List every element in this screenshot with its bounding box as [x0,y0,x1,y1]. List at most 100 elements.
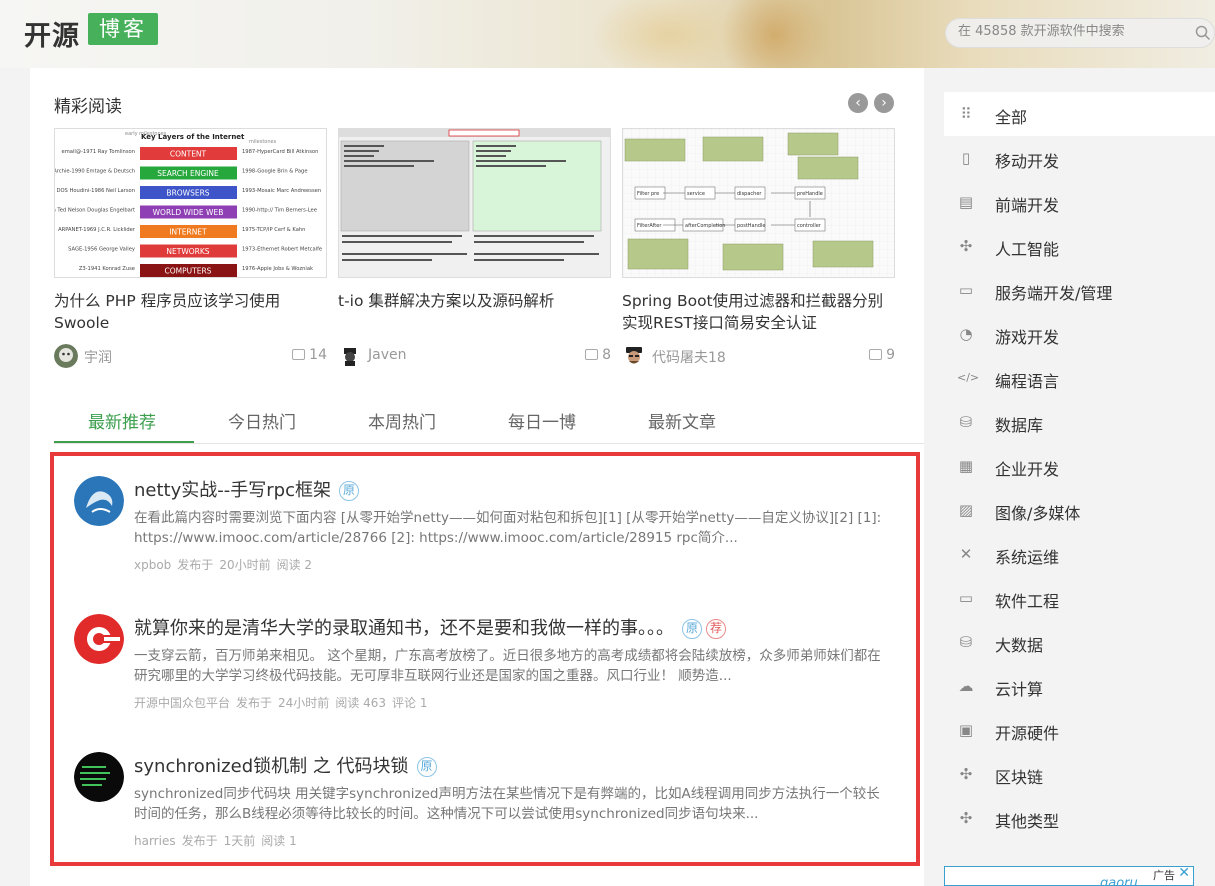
sidebar-item[interactable]: ▭ 服务端开发/管理 [944,268,1215,312]
diagram-column-label: milestones [249,139,277,145]
tab-latest-recommended[interactable]: 最新推荐 [88,408,156,433]
tab-today-hot[interactable]: 今日热门 [228,408,296,433]
article-time: 24小时前 [278,696,330,710]
sidebar-item[interactable]: ▯ 移动开发 [944,136,1215,180]
author-name[interactable]: 宇润 [84,347,112,367]
flow-node-label: controller [797,223,822,229]
sidebar-item[interactable]: ☁ 云计算 [944,664,1215,708]
article-author[interactable]: harries [134,834,176,848]
author-name[interactable]: 代码屠夫18 [652,347,726,367]
featured-thumbnail[interactable]: early milestones Key Layers of the Inter… [54,128,327,278]
layer-left-note: email@-1971 Ray Tomlinson [62,149,135,155]
original-tag: 原 [338,481,359,501]
browser-window-icon: ▤ [958,193,974,211]
featured-thumbnail[interactable]: Filter pre service dispacher preHandle Filte… [622,128,895,278]
search-input[interactable] [958,24,1183,39]
layer-right-note: 1993-Mosaic Marc Andreessen [242,188,321,194]
sidebar-item[interactable]: ▭ 软件工程 [944,576,1215,620]
original-tag: 原 [416,757,437,777]
tab-latest-articles[interactable]: 最新文章 [648,408,716,433]
close-icon[interactable]: ✕ [1178,867,1190,881]
layer-right-note: 1973-Ethernet Robert Metcalfe [242,247,322,253]
author-avatar[interactable] [74,752,124,802]
flow-diagram-thumbnail: Filter pre service dispacher preHandle Filte… [623,129,894,277]
tab-daily-blog[interactable]: 每日一博 [508,408,576,433]
sidebar-item[interactable]: ◔ 游戏开发 [944,312,1215,356]
featured-card[interactable]: t-io 集群解决方案以及源码解析 Javen 8 [338,128,611,368]
featured-card-title[interactable]: 为什么 PHP 程序员应该学习使用 Swoole [54,290,327,334]
logo-badge[interactable]: 博客 [88,13,158,45]
sidebar-item[interactable]: ✣ 其他类型 [944,796,1215,840]
sidebar-item-label: 人工智能 [995,240,1060,259]
author-name[interactable]: Javen [368,347,406,363]
original-tag: 原 [682,619,702,639]
phone-icon: ▯ [961,149,971,167]
author-avatar[interactable] [74,614,124,664]
featured-card-title[interactable]: Spring Boot使用过滤器和拦截器分别实现REST接口简易安全认证 [622,290,895,334]
sidebar-item[interactable]: </> 编程语言 [944,356,1215,400]
article-summary: 一支穿云箭，百万师弟来相见。 这个星期，广东高考放榜了。近日很多地方的高考成绩都… [134,648,881,684]
sidebar-item[interactable]: ✣ 区块链 [944,752,1215,796]
chip-icon: ▣ [958,721,974,739]
layer-left-note: Vannevar Bush Ted Nelson Douglas Engelba… [55,208,135,214]
search-box[interactable] [945,18,1215,48]
ad-label: 广告 [1153,869,1175,882]
code-screenshot-thumbnail [339,129,610,261]
sidebar-item-label: 云计算 [995,680,1044,699]
sidebar-item-label: 移动开发 [995,152,1060,171]
sidebar-item[interactable]: ⛁ 数据库 [944,400,1215,444]
ad-banner[interactable]: gaoru 广告 ✕ [944,866,1194,886]
carousel-next-button[interactable]: › [874,93,894,113]
featured-section-title: 精彩阅读 [54,97,122,117]
featured-card-meta: 代码屠夫18 9 [622,344,895,368]
featured-card[interactable]: early milestones Key Layers of the Inter… [54,128,327,368]
flow-node-label: Filter pre [637,191,659,197]
comment-icon [585,349,599,360]
article-title[interactable]: 就算你来的是清华大学的录取通知书，还不是要和我做一样的事。。。原荐 [134,614,726,640]
sidebar-item[interactable]: ▦ 企业开发 [944,444,1215,488]
sidebar-item[interactable]: ▤ 前端开发 [944,180,1215,224]
layer-label: WORLD WIDE WEB [153,208,224,217]
grid-icon: ⠿ [960,105,972,123]
flow-node-label: service [687,191,705,197]
ad-brand[interactable]: gaoru [1100,876,1138,885]
sidebar-item[interactable]: ✣ 人工智能 [944,224,1215,268]
sidebar-item-label: 区块链 [995,768,1044,787]
puzzle-icon: ✣ [959,237,973,255]
article-author[interactable]: 开源中国众包平台 [134,696,230,710]
layer-left-note: Archie-1990 Emtage & Deutsch [55,169,135,175]
sidebar-item-label: 游戏开发 [995,328,1060,347]
sidebar-item-label: 服务端开发/管理 [995,284,1113,303]
featured-thumbnail[interactable] [338,128,611,278]
carousel-prev-button[interactable]: ‹ [848,93,868,113]
tab-week-hot[interactable]: 本周热门 [368,408,436,433]
sidebar-item[interactable]: ✕ 系统运维 [944,532,1215,576]
sidebar-item[interactable]: ⛁ 大数据 [944,620,1215,664]
featured-card[interactable]: Filter pre service dispacher preHandle Filte… [622,128,895,368]
article-comments: 评论 1 [392,696,428,710]
puzzle-icon: ✣ [959,765,973,783]
author-avatar[interactable] [54,344,78,368]
layer-right-note: 1987-HyperCard Bill Atkinson [242,149,318,155]
monitor-icon: ▭ [958,589,974,607]
author-avatar[interactable] [338,344,362,368]
featured-card-title[interactable]: t-io 集群解决方案以及源码解析 [338,290,611,312]
layer-left-note: Z3-1941 Konrad Zuse [79,266,135,272]
author-avatar[interactable] [622,344,646,368]
sidebar-item-label: 图像/多媒体 [995,504,1081,523]
sidebar-item[interactable]: ▨ 图像/多媒体 [944,488,1215,532]
flow-node-label: preHandle [797,191,823,197]
article-tabs: 最新推荐 今日热门 本周热门 每日一博 最新文章 [54,398,924,444]
featured-card-meta: 宇润 14 [54,344,327,368]
article-title[interactable]: synchronized锁机制 之 代码块锁原 [134,752,437,778]
article-author[interactable]: xpbob [134,558,171,572]
article-feed: netty实战--手写rpc框架原 在看此篇内容时需要浏览下面内容 [从零开始学… [50,452,920,866]
article-title[interactable]: netty实战--手写rpc框架原 [134,476,359,502]
search-icon[interactable] [1195,25,1211,41]
sidebar-item[interactable]: ⠿ 全部 [944,92,1215,136]
article-meta: xpbob 发布于 20小时前 阅读 2 [134,558,313,572]
sidebar-item[interactable]: ▣ 开源硬件 [944,708,1215,752]
sidebar-item-label: 编程语言 [995,372,1060,391]
author-avatar[interactable] [74,476,124,526]
logo-text[interactable]: 开源 [24,14,80,53]
